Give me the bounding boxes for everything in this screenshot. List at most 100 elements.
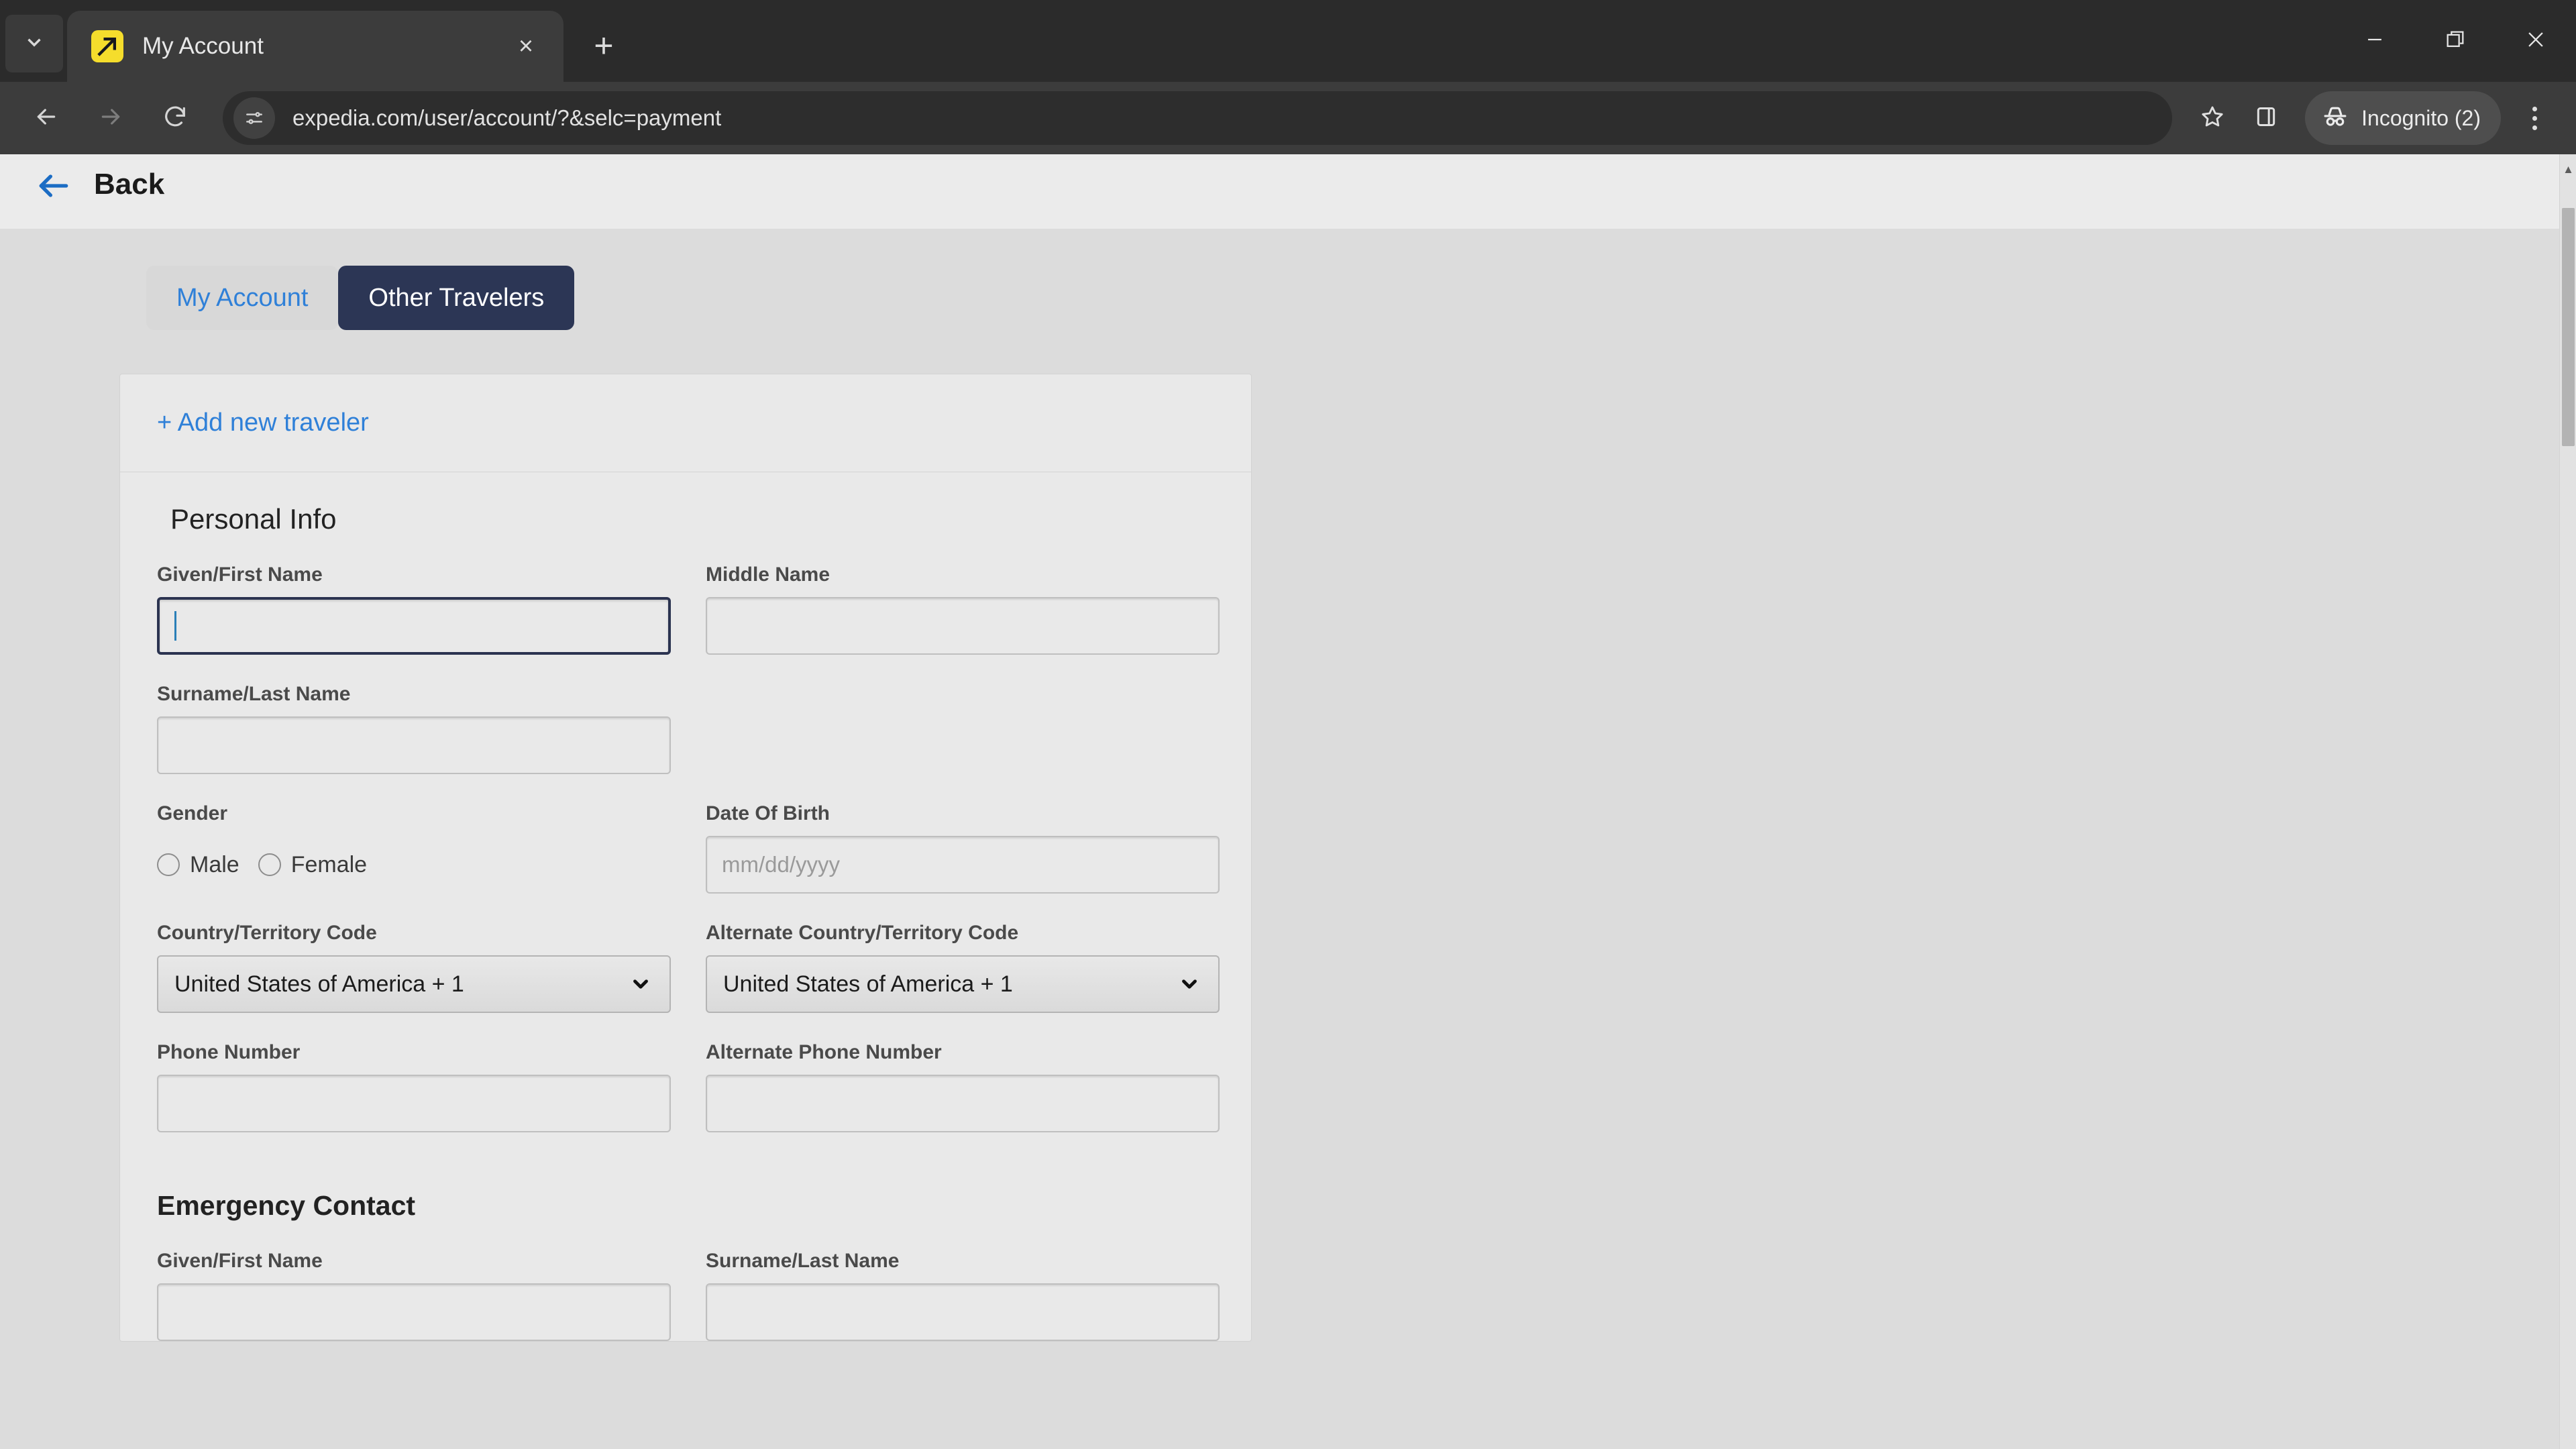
forward-button[interactable] <box>82 89 140 147</box>
site-settings-icon[interactable] <box>233 97 275 139</box>
expedia-arrow-icon <box>91 30 123 62</box>
back-arrow-icon[interactable] <box>35 167 72 205</box>
gender-option-male[interactable]: Male <box>157 852 239 878</box>
dob-input[interactable]: mm/dd/yyyy <box>706 836 1220 894</box>
bookmark-button[interactable] <box>2186 91 2239 145</box>
maximize-icon <box>2444 28 2467 54</box>
alt-phone-field: Alternate Phone Number <box>706 1041 1254 1132</box>
gender-male-label: Male <box>190 851 239 877</box>
close-icon[interactable]: × <box>508 29 543 64</box>
url-text: expedia.com/user/account/?&selc=payment <box>292 105 722 130</box>
middle-name-label: Middle Name <box>706 564 830 586</box>
address-bar[interactable]: expedia.com/user/account/?&selc=payment <box>223 91 2173 145</box>
radio-icon[interactable] <box>157 853 180 876</box>
radio-icon[interactable] <box>258 853 281 876</box>
phone-field: Phone Number <box>157 1041 706 1132</box>
browser-tab-my-account[interactable]: My Account × <box>67 11 564 82</box>
emergency-surname-field: Surname/Last Name <box>706 1250 1254 1341</box>
middle-name-input[interactable] <box>706 597 1220 655</box>
emergency-surname-input[interactable] <box>706 1283 1220 1341</box>
page-content: My Account Other Travelers + Add new tra… <box>0 229 2559 1342</box>
country-code-row: Country/Territory Code United States of … <box>157 894 1220 1013</box>
reload-icon <box>162 103 189 133</box>
alt-country-code-value: United States of America + 1 <box>723 971 1013 997</box>
profile-label: Incognito (2) <box>2361 105 2481 130</box>
reload-button[interactable] <box>146 89 204 147</box>
card-body: Personal Info Given/First Name Middle Na… <box>120 472 1251 1341</box>
window-controls <box>2334 0 2576 82</box>
dob-label: Date Of Birth <box>706 802 830 824</box>
emergency-contact-section: Emergency Contact Given/First Name Surna… <box>157 1190 1220 1341</box>
middle-name-field: Middle Name <box>706 564 1254 655</box>
gender-radio-group: Male Female <box>157 836 706 894</box>
card-header: + Add new traveler <box>120 374 1251 472</box>
dob-field: Date Of Birth mm/dd/yyyy <box>706 802 1254 894</box>
emergency-given-name-field: Given/First Name <box>157 1250 706 1341</box>
emergency-given-name-input[interactable] <box>157 1283 671 1341</box>
forward-icon <box>97 103 124 133</box>
text-caret <box>174 611 176 641</box>
gender-option-female[interactable]: Female <box>258 852 367 878</box>
new-tab-button[interactable]: + <box>580 21 628 70</box>
back-button[interactable] <box>17 89 75 147</box>
tab-search-button[interactable] <box>5 15 63 72</box>
given-name-input[interactable] <box>157 597 671 655</box>
gender-field: Gender Male Female <box>157 802 706 894</box>
country-code-value: United States of America + 1 <box>174 971 464 997</box>
chevron-down-icon <box>629 973 652 996</box>
tab-other-travelers[interactable]: Other Travelers <box>338 266 575 330</box>
tab-my-account-label: My Account <box>176 283 309 312</box>
surname-input[interactable] <box>157 716 671 774</box>
scroll-up-arrow-icon[interactable]: ▲ <box>2560 164 2576 175</box>
surname-row: Surname/Last Name <box>157 655 1214 774</box>
gender-label: Gender <box>157 802 228 824</box>
page-header: Back <box>0 154 2559 229</box>
surname-field: Surname/Last Name <box>157 683 706 774</box>
alt-country-code-label: Alternate Country/Territory Code <box>706 922 1019 944</box>
close-icon <box>2524 28 2547 54</box>
alt-phone-input[interactable] <box>706 1075 1220 1132</box>
gender-dob-row: Gender Male Female Date Of Birth mm/dd/y… <box>157 774 1220 894</box>
surname-label: Surname/Last Name <box>157 683 351 705</box>
alt-country-code-select[interactable]: United States of America + 1 <box>706 955 1220 1013</box>
page-viewport: Back My Account Other Travelers + Add ne… <box>0 154 2576 1449</box>
country-code-field: Country/Territory Code United States of … <box>157 922 706 1013</box>
star-icon <box>2199 103 2226 133</box>
profile-incognito-button[interactable]: Incognito (2) <box>2305 91 2501 145</box>
name-row: Given/First Name Middle Name <box>157 535 1220 655</box>
tab-strip: My Account × + <box>0 0 2576 82</box>
minimize-icon <box>2363 28 2386 54</box>
given-name-label: Given/First Name <box>157 564 323 586</box>
page-scrollbar[interactable]: ▲ <box>2559 154 2576 1449</box>
phone-label: Phone Number <box>157 1041 301 1063</box>
side-panel-button[interactable] <box>2239 91 2293 145</box>
account-tabs: My Account Other Travelers <box>0 229 2559 330</box>
country-code-label: Country/Territory Code <box>157 922 377 944</box>
minimize-button[interactable] <box>2334 0 2415 82</box>
add-new-traveler-link[interactable]: + Add new traveler <box>157 409 369 437</box>
gender-female-label: Female <box>290 851 368 877</box>
browser-window: My Account × + expedia.com/user/account/… <box>0 0 2576 1449</box>
kebab-menu-icon[interactable] <box>2510 91 2559 145</box>
maximize-button[interactable] <box>2415 0 2496 82</box>
alt-phone-label: Alternate Phone Number <box>706 1041 942 1063</box>
country-code-select[interactable]: United States of America + 1 <box>157 955 671 1013</box>
phone-input[interactable] <box>157 1075 671 1132</box>
emergency-name-row: Given/First Name Surname/Last Name <box>157 1222 1220 1341</box>
alt-country-code-field: Alternate Country/Territory Code United … <box>706 922 1254 1013</box>
phone-row: Phone Number Alternate Phone Number <box>157 1013 1220 1132</box>
given-name-field: Given/First Name <box>157 564 706 655</box>
back-icon <box>33 103 60 133</box>
scrollbar-thumb[interactable] <box>2562 208 2575 446</box>
emergency-contact-heading: Emergency Contact <box>157 1190 416 1221</box>
emergency-surname-label: Surname/Last Name <box>706 1250 900 1272</box>
tab-other-travelers-label: Other Travelers <box>368 283 545 312</box>
back-link-label[interactable]: Back <box>94 168 164 201</box>
chevron-down-icon <box>23 31 46 57</box>
personal-info-heading: Personal Info <box>170 503 337 535</box>
close-window-button[interactable] <box>2496 0 2576 82</box>
tab-my-account[interactable]: My Account <box>146 266 339 330</box>
browser-toolbar: expedia.com/user/account/?&selc=payment <box>0 82 2576 154</box>
chevron-down-icon <box>1178 973 1201 996</box>
emergency-given-name-label: Given/First Name <box>157 1250 323 1272</box>
